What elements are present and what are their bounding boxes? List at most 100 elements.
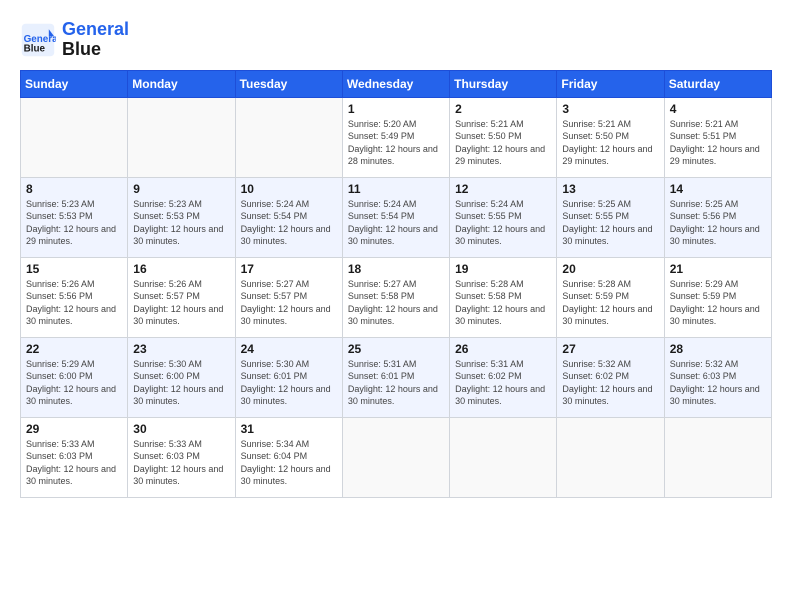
day-number: 10 (241, 182, 337, 196)
svg-text:Blue: Blue (24, 43, 46, 54)
day-info: Sunrise: 5:33 AM Sunset: 6:03 PM Dayligh… (133, 438, 229, 488)
day-info: Sunrise: 5:21 AM Sunset: 5:50 PM Dayligh… (455, 118, 551, 168)
day-info: Sunrise: 5:20 AM Sunset: 5:49 PM Dayligh… (348, 118, 444, 168)
day-info: Sunrise: 5:24 AM Sunset: 5:55 PM Dayligh… (455, 198, 551, 248)
day-number: 2 (455, 102, 551, 116)
day-info: Sunrise: 5:32 AM Sunset: 6:02 PM Dayligh… (562, 358, 658, 408)
day-number: 27 (562, 342, 658, 356)
calendar-cell: 17 Sunrise: 5:27 AM Sunset: 5:57 PM Dayl… (235, 257, 342, 337)
day-info: Sunrise: 5:30 AM Sunset: 6:00 PM Dayligh… (133, 358, 229, 408)
day-number: 3 (562, 102, 658, 116)
calendar-cell: 25 Sunrise: 5:31 AM Sunset: 6:01 PM Dayl… (342, 337, 449, 417)
day-info: Sunrise: 5:23 AM Sunset: 5:53 PM Dayligh… (26, 198, 122, 248)
calendar-week-row: 8 Sunrise: 5:23 AM Sunset: 5:53 PM Dayli… (21, 177, 772, 257)
calendar-cell: 12 Sunrise: 5:24 AM Sunset: 5:55 PM Dayl… (450, 177, 557, 257)
day-info: Sunrise: 5:31 AM Sunset: 6:01 PM Dayligh… (348, 358, 444, 408)
calendar-cell: 10 Sunrise: 5:24 AM Sunset: 5:54 PM Dayl… (235, 177, 342, 257)
day-info: Sunrise: 5:30 AM Sunset: 6:01 PM Dayligh… (241, 358, 337, 408)
calendar-cell: 2 Sunrise: 5:21 AM Sunset: 5:50 PM Dayli… (450, 97, 557, 177)
day-number: 22 (26, 342, 122, 356)
calendar-cell: 16 Sunrise: 5:26 AM Sunset: 5:57 PM Dayl… (128, 257, 235, 337)
calendar-cell: 21 Sunrise: 5:29 AM Sunset: 5:59 PM Dayl… (664, 257, 771, 337)
header-thursday: Thursday (450, 70, 557, 97)
day-number: 17 (241, 262, 337, 276)
day-number: 30 (133, 422, 229, 436)
day-info: Sunrise: 5:34 AM Sunset: 6:04 PM Dayligh… (241, 438, 337, 488)
calendar-cell: 18 Sunrise: 5:27 AM Sunset: 5:58 PM Dayl… (342, 257, 449, 337)
day-number: 9 (133, 182, 229, 196)
day-number: 20 (562, 262, 658, 276)
day-info: Sunrise: 5:27 AM Sunset: 5:58 PM Dayligh… (348, 278, 444, 328)
page-header: General Blue GeneralBlue (20, 20, 772, 60)
logo-icon: General Blue (20, 22, 56, 58)
day-number: 28 (670, 342, 766, 356)
day-number: 16 (133, 262, 229, 276)
day-number: 15 (26, 262, 122, 276)
calendar-week-row: 22 Sunrise: 5:29 AM Sunset: 6:00 PM Dayl… (21, 337, 772, 417)
day-number: 1 (348, 102, 444, 116)
day-info: Sunrise: 5:28 AM Sunset: 5:59 PM Dayligh… (562, 278, 658, 328)
day-info: Sunrise: 5:31 AM Sunset: 6:02 PM Dayligh… (455, 358, 551, 408)
day-number: 21 (670, 262, 766, 276)
header-saturday: Saturday (664, 70, 771, 97)
calendar-cell: 13 Sunrise: 5:25 AM Sunset: 5:55 PM Dayl… (557, 177, 664, 257)
calendar-week-row: 15 Sunrise: 5:26 AM Sunset: 5:56 PM Dayl… (21, 257, 772, 337)
calendar-week-row: 29 Sunrise: 5:33 AM Sunset: 6:03 PM Dayl… (21, 417, 772, 497)
calendar-cell (21, 97, 128, 177)
calendar-cell: 29 Sunrise: 5:33 AM Sunset: 6:03 PM Dayl… (21, 417, 128, 497)
calendar-cell: 20 Sunrise: 5:28 AM Sunset: 5:59 PM Dayl… (557, 257, 664, 337)
header-wednesday: Wednesday (342, 70, 449, 97)
calendar-cell: 26 Sunrise: 5:31 AM Sunset: 6:02 PM Dayl… (450, 337, 557, 417)
calendar-cell (664, 417, 771, 497)
header-friday: Friday (557, 70, 664, 97)
day-info: Sunrise: 5:28 AM Sunset: 5:58 PM Dayligh… (455, 278, 551, 328)
calendar-cell (342, 417, 449, 497)
day-info: Sunrise: 5:29 AM Sunset: 5:59 PM Dayligh… (670, 278, 766, 328)
day-info: Sunrise: 5:24 AM Sunset: 5:54 PM Dayligh… (241, 198, 337, 248)
day-info: Sunrise: 5:27 AM Sunset: 5:57 PM Dayligh… (241, 278, 337, 328)
day-number: 13 (562, 182, 658, 196)
calendar-cell: 23 Sunrise: 5:30 AM Sunset: 6:00 PM Dayl… (128, 337, 235, 417)
day-number: 14 (670, 182, 766, 196)
day-number: 24 (241, 342, 337, 356)
calendar-cell: 24 Sunrise: 5:30 AM Sunset: 6:01 PM Dayl… (235, 337, 342, 417)
logo: General Blue GeneralBlue (20, 20, 129, 60)
calendar-cell: 14 Sunrise: 5:25 AM Sunset: 5:56 PM Dayl… (664, 177, 771, 257)
header-monday: Monday (128, 70, 235, 97)
day-info: Sunrise: 5:29 AM Sunset: 6:00 PM Dayligh… (26, 358, 122, 408)
day-number: 25 (348, 342, 444, 356)
day-number: 26 (455, 342, 551, 356)
day-info: Sunrise: 5:26 AM Sunset: 5:56 PM Dayligh… (26, 278, 122, 328)
day-info: Sunrise: 5:23 AM Sunset: 5:53 PM Dayligh… (133, 198, 229, 248)
logo-text: GeneralBlue (62, 20, 129, 60)
calendar-cell: 31 Sunrise: 5:34 AM Sunset: 6:04 PM Dayl… (235, 417, 342, 497)
calendar-cell: 8 Sunrise: 5:23 AM Sunset: 5:53 PM Dayli… (21, 177, 128, 257)
calendar-cell: 1 Sunrise: 5:20 AM Sunset: 5:49 PM Dayli… (342, 97, 449, 177)
header-tuesday: Tuesday (235, 70, 342, 97)
day-number: 12 (455, 182, 551, 196)
calendar-cell (235, 97, 342, 177)
calendar-cell: 27 Sunrise: 5:32 AM Sunset: 6:02 PM Dayl… (557, 337, 664, 417)
calendar-cell: 4 Sunrise: 5:21 AM Sunset: 5:51 PM Dayli… (664, 97, 771, 177)
calendar-body: 1 Sunrise: 5:20 AM Sunset: 5:49 PM Dayli… (21, 97, 772, 497)
calendar-cell: 11 Sunrise: 5:24 AM Sunset: 5:54 PM Dayl… (342, 177, 449, 257)
day-number: 29 (26, 422, 122, 436)
day-info: Sunrise: 5:25 AM Sunset: 5:55 PM Dayligh… (562, 198, 658, 248)
day-number: 11 (348, 182, 444, 196)
calendar-cell: 22 Sunrise: 5:29 AM Sunset: 6:00 PM Dayl… (21, 337, 128, 417)
day-info: Sunrise: 5:24 AM Sunset: 5:54 PM Dayligh… (348, 198, 444, 248)
day-info: Sunrise: 5:26 AM Sunset: 5:57 PM Dayligh… (133, 278, 229, 328)
day-number: 4 (670, 102, 766, 116)
calendar-table: SundayMondayTuesdayWednesdayThursdayFrid… (20, 70, 772, 498)
calendar-cell: 30 Sunrise: 5:33 AM Sunset: 6:03 PM Dayl… (128, 417, 235, 497)
calendar-week-row: 1 Sunrise: 5:20 AM Sunset: 5:49 PM Dayli… (21, 97, 772, 177)
day-info: Sunrise: 5:25 AM Sunset: 5:56 PM Dayligh… (670, 198, 766, 248)
day-number: 8 (26, 182, 122, 196)
day-info: Sunrise: 5:32 AM Sunset: 6:03 PM Dayligh… (670, 358, 766, 408)
day-info: Sunrise: 5:33 AM Sunset: 6:03 PM Dayligh… (26, 438, 122, 488)
calendar-cell: 19 Sunrise: 5:28 AM Sunset: 5:58 PM Dayl… (450, 257, 557, 337)
calendar-cell (450, 417, 557, 497)
day-number: 23 (133, 342, 229, 356)
header-sunday: Sunday (21, 70, 128, 97)
calendar-cell: 15 Sunrise: 5:26 AM Sunset: 5:56 PM Dayl… (21, 257, 128, 337)
